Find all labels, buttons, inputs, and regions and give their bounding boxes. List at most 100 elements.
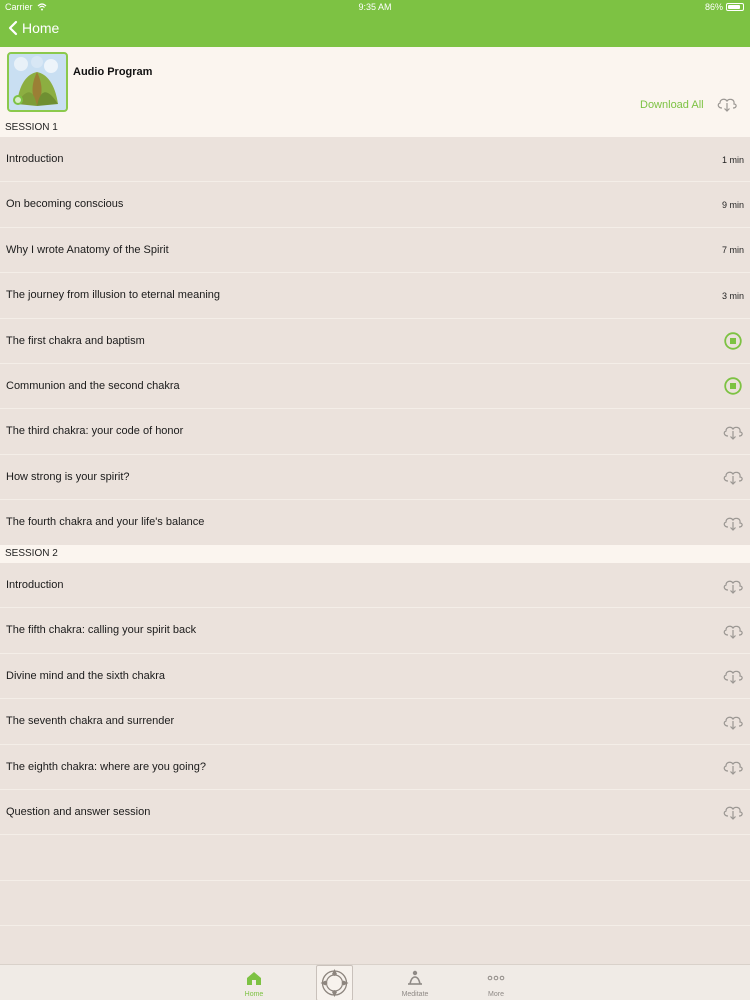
cloud-download-control[interactable] [722, 802, 744, 822]
cloud-download-icon [723, 580, 743, 594]
cloud-download-control[interactable] [722, 712, 744, 732]
track-title: The journey from illusion to eternal mea… [6, 289, 221, 302]
track-row[interactable]: The fourth chakra and your life's balanc… [0, 500, 750, 546]
cloud-download-control[interactable] [722, 422, 744, 442]
stop-download-button[interactable] [722, 319, 744, 364]
download-button[interactable] [722, 699, 744, 744]
download-button[interactable] [722, 409, 744, 454]
cloud-download-control[interactable] [722, 757, 744, 777]
track-duration: 1 min [721, 154, 744, 165]
program-artwork [7, 52, 68, 112]
track-row[interactable]: Why I wrote Anatomy of the Spirit 7 min [0, 227, 750, 274]
download-button[interactable] [722, 608, 744, 653]
track-row[interactable]: Introduction [0, 563, 750, 609]
more-icon [487, 975, 505, 981]
download-button[interactable] [722, 745, 744, 790]
status-time: 9:35 AM [358, 2, 392, 12]
track-title: The eighth chakra: where are you going? [6, 760, 206, 773]
track-title: On becoming conscious [6, 198, 124, 211]
track-row[interactable]: The fifth chakra: calling your spirit ba… [0, 608, 750, 654]
cloud-download-control[interactable] [722, 576, 744, 596]
track-duration: 3 min [721, 290, 744, 301]
track-title: The first chakra and baptism [6, 334, 145, 347]
lotus-artwork [9, 54, 66, 110]
battery-fill [728, 5, 741, 9]
track-duration: 7 min [721, 245, 744, 256]
track-row[interactable]: Question and answer session [0, 789, 750, 836]
stop-download-icon [724, 377, 742, 396]
track-title: Divine mind and the sixth chakra [6, 669, 165, 682]
cloud-download-icon [723, 471, 743, 486]
track-row[interactable]: The eighth chakra: where are you going? [0, 744, 750, 790]
track-title: Question and answer session [6, 805, 151, 818]
top-bar: Carrier 9:35 AM 86% Home [0, 0, 750, 47]
chevron-left-icon [8, 20, 18, 36]
cloud-download-icon [723, 670, 743, 685]
cloud-download-control[interactable] [722, 666, 744, 686]
track-row[interactable]: How strong is your spirit? [0, 454, 750, 501]
back-label: Home [22, 20, 60, 36]
download-button[interactable] [722, 455, 744, 500]
cloud-download-control[interactable] [722, 467, 744, 487]
track-title: The seventh chakra and surrender [6, 715, 175, 728]
empty-row [0, 835, 750, 881]
session-1-header: SESSION 1 [0, 119, 750, 137]
track-title: The third chakra: your code of honor [6, 425, 184, 438]
track-row[interactable]: Communion and the second chakra [0, 363, 750, 410]
download-button[interactable] [722, 654, 744, 699]
stop-download-button[interactable] [722, 364, 744, 409]
mandala-icon [320, 969, 349, 997]
status-bar: Carrier 9:35 AM 86% [0, 0, 750, 14]
track-row[interactable]: The seventh chakra and surrender [0, 699, 750, 745]
cloud-download-icon [723, 761, 743, 775]
home-icon [247, 972, 261, 985]
track-title: Introduction [6, 153, 64, 165]
stop-download-control[interactable] [722, 331, 744, 351]
track-title: The fourth chakra and your life's balanc… [6, 516, 205, 529]
track-title: The fifth chakra: calling your spirit ba… [6, 624, 197, 637]
session-1-list: Introduction 1 min On becoming conscious 9 … [0, 137, 750, 546]
tab-meditate[interactable]: Meditate [385, 965, 445, 1000]
stop-download-control[interactable] [722, 376, 744, 396]
cloud-download-icon [723, 716, 743, 730]
tab-mandala[interactable] [316, 965, 353, 1000]
cloud-download-icon [723, 426, 743, 440]
session-2-list: Introduction The fifth chakra: calling yo… [0, 563, 750, 972]
track-title: Why I wrote Anatomy of the Spirit [6, 243, 169, 256]
cloud-download-icon [723, 625, 743, 639]
track-row[interactable]: The first chakra and baptism [0, 318, 750, 364]
download-button[interactable] [722, 563, 744, 608]
cloud-download-icon[interactable] [716, 95, 738, 113]
empty-row [0, 881, 750, 927]
track-row[interactable]: The third chakra: your code of honor [0, 409, 750, 455]
program-title: Audio Program [73, 66, 153, 78]
tab-meditate-label: Meditate [401, 991, 429, 998]
track-title: Communion and the second chakra [6, 379, 180, 392]
stop-download-icon [724, 332, 742, 350]
cloud-download-control[interactable] [722, 513, 744, 533]
meditate-icon [408, 970, 422, 985]
tab-home[interactable]: Home [224, 965, 284, 1000]
tab-more-label: More [488, 991, 504, 998]
tab-bar: Home Meditate More [0, 964, 750, 1000]
track-row[interactable]: On becoming conscious 9 min [0, 182, 750, 228]
battery-icon [726, 3, 744, 11]
track-duration: 9 min [721, 199, 744, 210]
status-right: 86% [705, 2, 744, 12]
back-button[interactable]: Home [8, 20, 59, 36]
tab-home-label: Home [244, 991, 264, 998]
track-row[interactable]: Introduction 1 min [0, 137, 750, 183]
cloud-download-control[interactable] [722, 621, 744, 641]
track-title: Introduction [6, 579, 64, 591]
cloud-download-icon [723, 517, 743, 531]
track-title: How strong is your spirit? [6, 470, 130, 483]
download-all-button[interactable]: Download All [640, 99, 704, 111]
download-button[interactable] [722, 790, 744, 835]
tab-more[interactable]: More [466, 965, 526, 1000]
track-row[interactable]: The journey from illusion to eternal mea… [0, 273, 750, 319]
track-row[interactable]: Divine mind and the sixth chakra [0, 653, 750, 700]
download-button[interactable] [722, 500, 744, 545]
battery-percent: 86% [704, 2, 723, 12]
cloud-download-icon [723, 807, 743, 821]
session-2-header: SESSION 2 [0, 545, 750, 563]
